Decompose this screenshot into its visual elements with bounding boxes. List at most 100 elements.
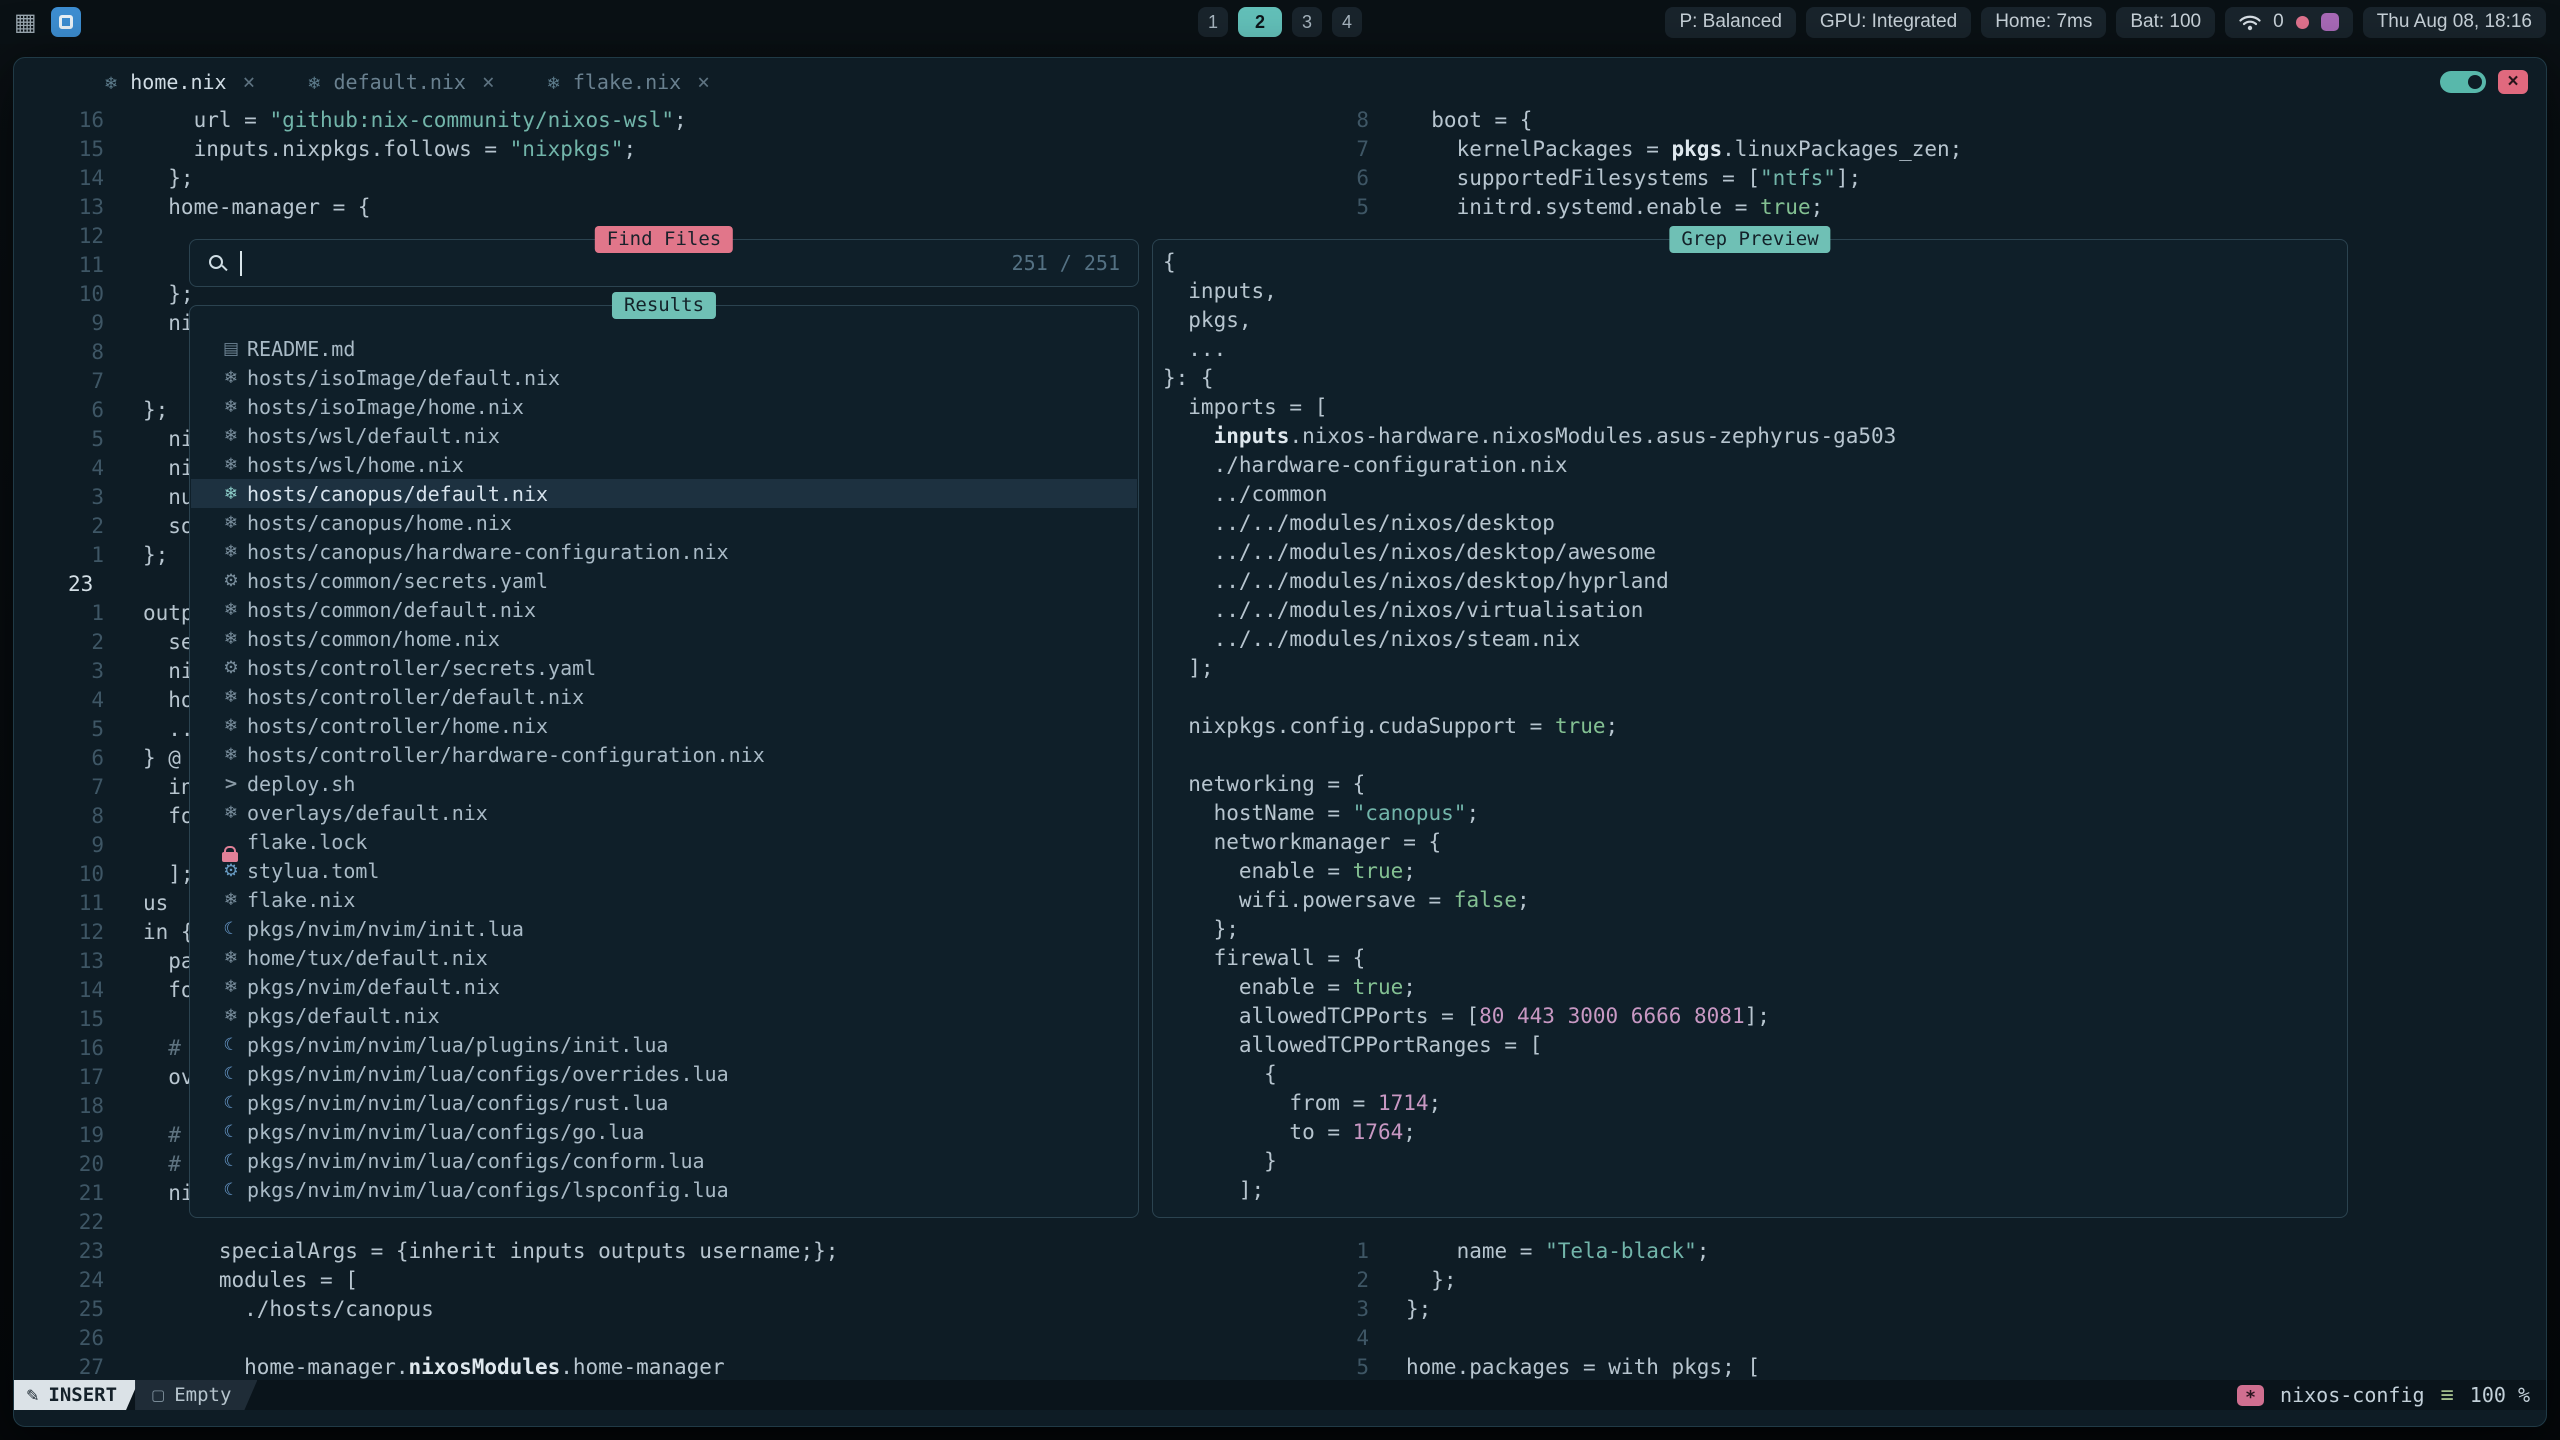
ping-module: Home: 7ms [1981,7,2106,38]
file-result[interactable]: hosts/common/home.nix [191,624,1137,653]
preview-line: nixpkgs.config.cudaSupport = true; [1163,712,2341,741]
terminal-window: home.nix default.nix flake.nix 16 url = … [13,57,2547,1427]
result-counter: 251 / 251 [1012,251,1120,275]
nix-file-icon [215,716,247,736]
file-result[interactable]: hosts/controller/secrets.yaml [191,653,1137,682]
line-number: 9 [34,309,104,338]
code-line: 24 modules = [ [34,1266,1289,1295]
file-result[interactable]: home/tux/default.nix [191,943,1137,972]
nix-file-icon [215,368,247,388]
preview-line: pkgs, [1163,306,2341,335]
file-name: pkgs/nvim/nvim/lua/configs/conform.lua [247,1149,705,1173]
line-number: 11 [34,251,104,280]
repo-name: nixos-config [2280,1383,2425,1407]
close-window-button[interactable] [2498,70,2528,94]
file-result[interactable]: README.md [191,334,1137,363]
preview-line: } [1163,1147,2341,1176]
workspace-1-button[interactable]: 1 [1198,7,1228,37]
preview-line: to = 1764; [1163,1118,2341,1147]
file-result[interactable]: hosts/controller/home.nix [191,711,1137,740]
file-result[interactable]: overlays/default.nix [191,798,1137,827]
file-result[interactable]: pkgs/nvim/nvim/lua/configs/overrides.lua [191,1059,1137,1088]
line-number: 17 [34,1063,104,1092]
editor-area: 16 url = "github:nix-community/nixos-wsl… [14,106,2546,1380]
tab-close-icon[interactable] [243,70,256,94]
file-result[interactable]: hosts/controller/hardware-configuration.… [191,740,1137,769]
file-result[interactable]: flake.lock [191,827,1137,856]
tray-app-icon[interactable] [2321,13,2339,31]
line-number: 5 [34,425,104,454]
nix-file-icon [215,455,247,475]
toml-file-icon [215,861,247,881]
line-number: 13 [34,947,104,976]
code-line: 16 url = "github:nix-community/nixos-wsl… [34,106,1289,135]
file-result[interactable]: pkgs/nvim/nvim/lua/configs/rust.lua [191,1088,1137,1117]
preview-line: ../../modules/nixos/steam.nix [1163,625,2341,654]
file-result[interactable]: hosts/canopus/home.nix [191,508,1137,537]
file-result[interactable]: flake.nix [191,885,1137,914]
tab-close-icon[interactable] [697,70,710,94]
tab-flake-nix[interactable]: flake.nix [531,70,726,94]
file-name: pkgs/nvim/nvim/lua/configs/go.lua [247,1120,644,1144]
telescope-prompt[interactable]: Find Files 251 / 251 [189,239,1139,287]
line-number: 5 [1304,1353,1369,1382]
lines-icon: ≡ [2441,1383,2454,1408]
preview-line: allowedTCPPorts = [80 443 3000 6666 8081… [1163,1002,2341,1031]
system-top-bar: ▦ 1 2 3 4 P: Balanced GPU: Integrated Ho… [0,0,2560,44]
app-badge-icon[interactable] [51,7,81,37]
file-result[interactable]: pkgs/nvim/nvim/lua/configs/conform.lua [191,1146,1137,1175]
file-result[interactable]: pkgs/nvim/default.nix [191,972,1137,1001]
file-result[interactable]: pkgs/nvim/nvim/init.lua [191,914,1137,943]
line-number: 3 [34,657,104,686]
line-number: 1 [34,541,104,570]
tab-default-nix[interactable]: default.nix [291,70,510,94]
tab-home-nix[interactable]: home.nix [88,70,271,94]
line-number: 8 [1304,106,1369,135]
nix-file-icon [215,397,247,417]
file-result[interactable]: pkgs/nvim/nvim/lua/configs/lspconfig.lua [191,1175,1137,1204]
lua-file-icon [215,1122,247,1142]
file-result[interactable]: pkgs/nvim/nvim/lua/plugins/init.lua [191,1030,1137,1059]
file-name: pkgs/nvim/nvim/lua/configs/rust.lua [247,1091,668,1115]
file-result[interactable]: stylua.toml [191,856,1137,885]
file-result[interactable]: pkgs/nvim/nvim/lua/configs/go.lua [191,1117,1137,1146]
notification-count: 0 [2273,11,2284,33]
code-line: 13 home-manager = { [34,193,1289,222]
file-result[interactable]: deploy.sh [191,769,1137,798]
line-number: 10 [34,860,104,889]
workspace-2-button[interactable]: 2 [1238,7,1282,37]
preview-line: networking = { [1163,770,2341,799]
preview-line: ]; [1163,654,2341,683]
file-result[interactable]: pkgs/default.nix [191,1001,1137,1030]
nix-file-icon [215,687,247,707]
apps-grid-icon[interactable]: ▦ [14,8,37,36]
file-result[interactable]: hosts/isoImage/default.nix [191,363,1137,392]
file-result[interactable]: hosts/wsl/home.nix [191,450,1137,479]
file-result[interactable]: hosts/isoImage/home.nix [191,392,1137,421]
nix-file-icon [215,542,247,562]
code-line: 6 supportedFilesystems = ["ntfs"]; [1304,164,2546,193]
line-number: 20 [34,1150,104,1179]
line-number: 13 [34,193,104,222]
file-result[interactable]: hosts/canopus/default.nix [191,479,1137,508]
file-name: hosts/controller/home.nix [247,714,548,738]
nix-file-icon [215,484,247,504]
tab-close-icon[interactable] [482,70,495,94]
file-result[interactable]: hosts/canopus/hardware-configuration.nix [191,537,1137,566]
file-result[interactable]: hosts/wsl/default.nix [191,421,1137,450]
file-result[interactable]: hosts/controller/default.nix [191,682,1137,711]
preview-line: ../../modules/nixos/virtualisation [1163,596,2341,625]
tray-module[interactable]: 0 [2225,7,2353,38]
clock-module: Thu Aug 08, 18:16 [2363,7,2546,38]
file-result[interactable]: hosts/common/secrets.yaml [191,566,1137,595]
battery-module: Bat: 100 [2116,7,2215,38]
nix-icon [547,70,561,94]
workspace-3-button[interactable]: 3 [1292,7,1322,37]
scroll-percent: 100 % [2470,1383,2530,1407]
code-line: 5home.packages = with pkgs; [ [1304,1353,2546,1382]
toggle-pill-button[interactable] [2440,71,2486,93]
nix-icon [307,70,321,94]
topbar-left: ▦ [14,7,81,37]
file-result[interactable]: hosts/common/default.nix [191,595,1137,624]
workspace-4-button[interactable]: 4 [1332,7,1362,37]
